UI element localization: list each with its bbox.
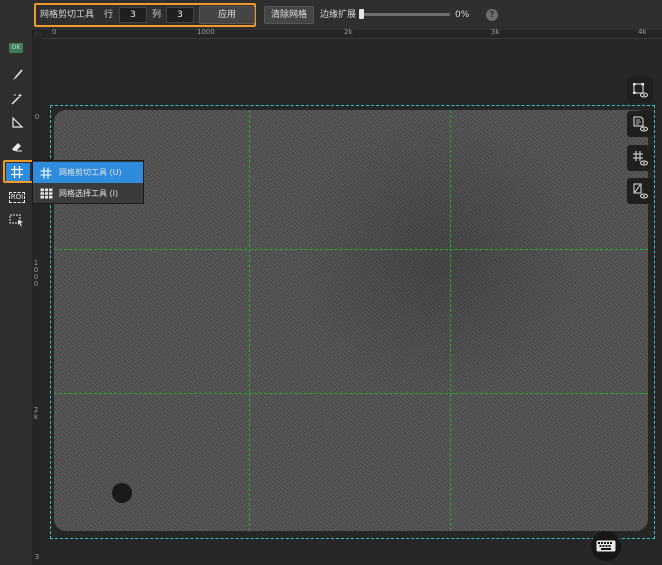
brush-tool[interactable] [6,65,28,85]
grid-cut-icon [40,167,52,178]
ruler-left-label: 2k [33,406,39,421]
flyout-item-label: 网格选择工具 (I) [59,189,119,198]
grid-line-vertical[interactable] [249,110,250,531]
mask-view-icon [633,183,648,199]
cols-label: 列 [152,10,162,20]
edge-expand-label: 边缘扩展 [320,10,357,20]
ok-badge[interactable]: OK [9,43,23,53]
eraser-tool[interactable] [6,137,28,157]
keyboard-shortcuts-button[interactable] [591,531,621,561]
magic-wand-tool[interactable] [6,89,28,109]
roi-label: ROI [10,192,24,201]
label-view-icon [633,116,648,132]
ruler-top-label: 4k [638,28,647,36]
label-view-toggle[interactable] [627,111,653,137]
ruler-left-label: 1000 [33,259,39,288]
edge-expand-value: 0% [455,10,470,20]
ruler-left-label: 0 [34,113,40,121]
image-feature-hole [112,483,132,503]
grid-icon [11,166,23,178]
rows-input[interactable]: 3 [119,7,147,23]
grid-view-icon [633,151,648,166]
tool-panel [0,30,33,565]
ruler-top-label: 3k [491,28,500,36]
edge-expand-slider-thumb[interactable] [359,9,364,19]
brush-icon [13,69,23,80]
flyout-item-grid-select[interactable]: 网格选择工具 (I) [33,183,143,204]
flyout-item-grid-cut[interactable]: 网格剪切工具 (U) [33,162,143,183]
keyboard-icon [596,540,616,552]
ruler-top-label: 2k [344,28,353,36]
magic-wand-icon [11,93,23,105]
grid-tool[interactable] [6,162,28,182]
grid-line-horizontal[interactable] [54,249,648,250]
rows-label: 行 [104,10,114,20]
help-icon[interactable]: ? [486,9,498,21]
roi-icon: ROI [8,191,26,203]
apply-button[interactable]: 应用 [199,6,255,24]
region-select-tool[interactable] [6,210,28,230]
grid-view-toggle[interactable] [627,145,653,171]
grid-tool-flyout: 网格剪切工具 (U) 网格选择工具 (I) [32,160,144,204]
grid-line-horizontal[interactable] [54,393,648,394]
mask-view-toggle[interactable] [627,178,653,204]
ruler-top: 0 1000 2k 3k 4k [42,28,662,39]
polygon-lasso-icon [12,116,24,128]
edge-expand-slider[interactable] [360,13,450,16]
bbox-view-toggle[interactable] [627,77,653,103]
ruler-left-label: 3 [34,553,40,561]
grid-select-icon [40,188,52,199]
bbox-view-icon [633,83,648,98]
eraser-icon [12,143,22,152]
region-select-icon [9,214,23,227]
options-bar: 网格剪切工具 行 3 列 3 应用 清除网格 边缘扩展 0% ? [0,0,662,31]
tool-name-label: 网格剪切工具 [40,10,95,20]
ruler-top-label: 0 [52,28,57,36]
grid-line-vertical[interactable] [450,110,451,531]
cols-input[interactable]: 3 [166,7,194,23]
roi-tool[interactable]: ROI [6,187,28,207]
ruler-top-label: 1000 [197,28,215,36]
clear-grid-button[interactable]: 清除网格 [264,6,314,24]
flyout-item-label: 网格剪切工具 (U) [59,168,122,177]
polygon-lasso-tool[interactable] [6,113,28,133]
